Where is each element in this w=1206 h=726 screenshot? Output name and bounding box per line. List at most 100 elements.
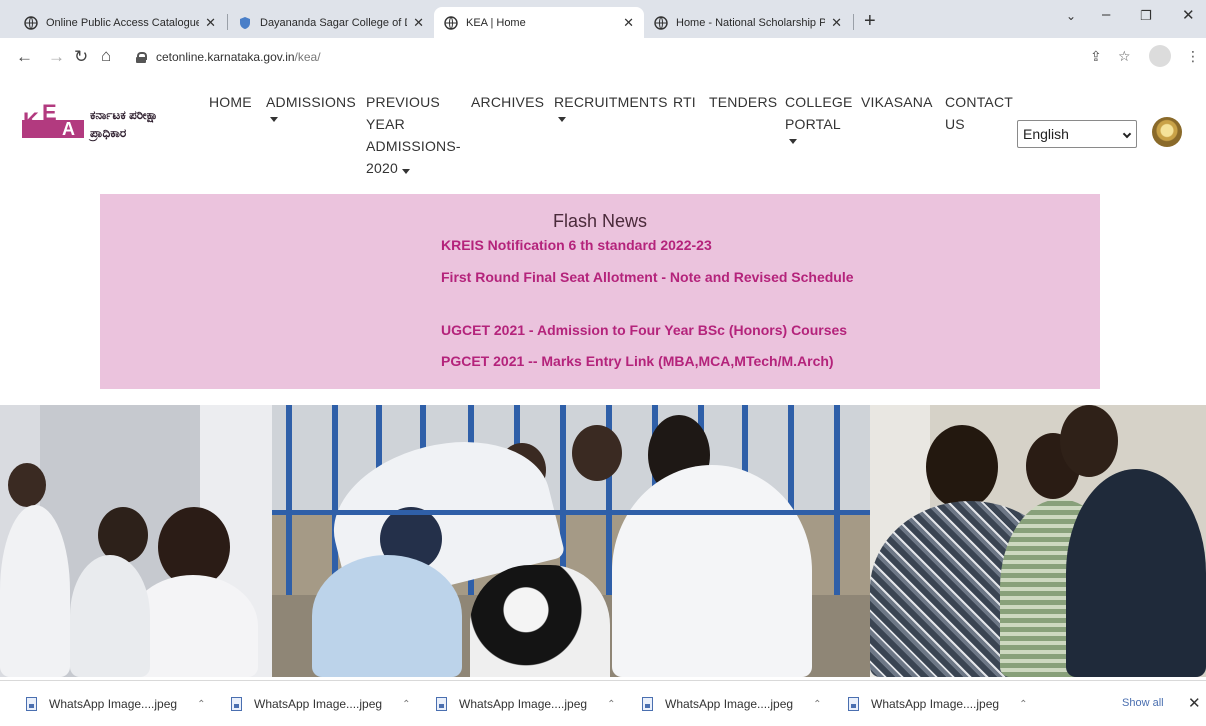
restore-icon[interactable]: ❐ <box>1140 8 1152 24</box>
shield-icon <box>240 16 250 29</box>
address-bar[interactable]: cetonline.karnataka.gov.in/kea/ <box>122 43 1162 71</box>
nav-college-label-2: PORTAL <box>785 116 841 132</box>
site-header: K E A ಕರ್ನಾಟಕ ಪರೀಕ್ಷಾ ಪ್ರಾಧಿಕಾರ HOME ADM… <box>0 78 1206 190</box>
organization-name-line2: ಪ್ರಾಧಿಕಾರ <box>90 126 127 140</box>
nav-previous-label-4: 2020 <box>366 160 398 176</box>
nav-previous-year-admissions[interactable]: PREVIOUS YEAR ADMISSIONS- 2020 <box>366 91 461 179</box>
fence-rail <box>272 510 870 515</box>
close-icon[interactable]: ✕ <box>413 15 424 31</box>
home-icon[interactable]: ⌂ <box>101 46 111 66</box>
svg-text:E: E <box>42 102 57 125</box>
download-filename: WhatsApp Image....jpeg <box>665 697 794 711</box>
caret-down-icon <box>558 117 566 122</box>
image-file-icon <box>436 697 447 711</box>
cow-shape <box>470 565 610 677</box>
chevron-up-icon[interactable]: ⌃ <box>402 699 410 710</box>
download-shelf: WhatsApp Image....jpeg ⌃ WhatsApp Image.… <box>0 680 1206 726</box>
chevron-up-icon[interactable]: ⌃ <box>197 699 205 710</box>
flash-news-link[interactable]: UGCET 2021 - Admission to Four Year BSc … <box>441 322 847 338</box>
close-icon[interactable]: ✕ <box>205 15 216 31</box>
nav-college-portal[interactable]: COLLEGE PORTAL <box>785 91 853 144</box>
nav-rti[interactable]: RTI <box>673 91 696 113</box>
language-selected-value: English <box>1023 126 1069 142</box>
forward-arrow-icon[interactable]: → <box>48 47 65 67</box>
image-file-icon <box>26 697 37 711</box>
nav-previous-label-1: PREVIOUS <box>366 94 440 110</box>
url-path: /kea/ <box>294 50 321 64</box>
close-icon[interactable]: ✕ <box>831 15 842 31</box>
close-icon[interactable]: ✕ <box>1188 694 1201 712</box>
close-icon[interactable]: ✕ <box>623 15 634 31</box>
show-all-downloads-link[interactable]: Show all <box>1122 697 1164 709</box>
nav-rti-label: RTI <box>673 94 696 110</box>
nav-vikasana[interactable]: VIKASANA <box>861 91 933 113</box>
tab-separator <box>853 14 854 30</box>
lock-icon <box>136 51 147 63</box>
kea-logo[interactable]: K E A <box>22 102 84 138</box>
caret-down-icon <box>401 168 410 174</box>
flash-news-panel: Flash News KREIS Notification 6 th stand… <box>100 194 1100 389</box>
nav-admissions[interactable]: ADMISSIONS <box>266 91 356 122</box>
flash-news-link[interactable]: KREIS Notification 6 th standard 2022-23 <box>441 237 712 253</box>
nav-home-label: HOME <box>209 94 252 110</box>
nav-contact-label-2: US <box>945 116 965 132</box>
menu-kebab-icon[interactable]: ⋮ <box>1186 48 1200 65</box>
nav-archives-label: ARCHIVES <box>471 94 545 110</box>
browser-tab-strip: Online Public Access Catalogue ✕ Dayanan… <box>0 0 1206 38</box>
back-arrow-icon[interactable]: ← <box>16 47 33 67</box>
hero-photo-lab <box>0 405 272 677</box>
download-item[interactable]: WhatsApp Image....jpeg ⌃ <box>642 693 821 715</box>
image-file-icon <box>642 697 653 711</box>
nav-home[interactable]: HOME <box>209 91 252 113</box>
nav-recruitments[interactable]: RECRUITMENTS <box>554 91 668 122</box>
window-close-icon[interactable]: ✕ <box>1182 6 1195 24</box>
url-domain: cetonline.karnataka.gov.in <box>156 50 295 64</box>
chevron-up-icon[interactable]: ⌃ <box>607 699 615 710</box>
nav-tenders-label: TENDERS <box>709 94 778 110</box>
svg-text:A: A <box>62 119 75 138</box>
download-item[interactable]: WhatsApp Image....jpeg ⌃ <box>26 693 205 715</box>
caret-down-icon <box>789 139 797 144</box>
image-file-icon <box>231 697 242 711</box>
chevron-up-icon[interactable]: ⌃ <box>1019 699 1027 710</box>
bookmark-star-icon[interactable]: ☆ <box>1118 48 1131 65</box>
tab-dayananda[interactable]: Dayananda Sagar College of De ✕ <box>228 7 434 38</box>
download-item[interactable]: WhatsApp Image....jpeg ⌃ <box>231 693 410 715</box>
chevron-down-icon <box>1122 129 1132 139</box>
tab-title: Dayananda Sagar College of De <box>260 16 408 29</box>
nav-archives[interactable]: ARCHIVES <box>471 91 544 113</box>
share-icon[interactable]: ⇪ <box>1090 48 1102 65</box>
new-tab-button[interactable]: + <box>864 10 876 33</box>
nav-contact-us[interactable]: CONTACT US <box>945 91 1013 135</box>
download-filename: WhatsApp Image....jpeg <box>871 697 1000 711</box>
download-filename: WhatsApp Image....jpeg <box>49 697 178 711</box>
download-item[interactable]: WhatsApp Image....jpeg ⌃ <box>848 693 1027 715</box>
karnataka-emblem-icon <box>1152 117 1182 147</box>
download-filename: WhatsApp Image....jpeg <box>254 697 383 711</box>
nav-previous-label-2: YEAR <box>366 116 405 132</box>
organization-name-line1: ಕರ್ನಾಟಕ ಪರೀಕ್ಷಾ <box>90 108 159 122</box>
flash-news-title: Flash News <box>552 211 648 231</box>
tab-title: Home - National Scholarship Po <box>676 16 826 29</box>
tab-national-scholarship[interactable]: Home - National Scholarship Po ✕ <box>644 7 852 38</box>
profile-avatar[interactable] <box>1149 45 1171 67</box>
flash-news-link[interactable]: First Round Final Seat Allotment - Note … <box>441 269 854 285</box>
language-select[interactable]: English <box>1017 120 1137 148</box>
hero-banner-image <box>0 405 1206 677</box>
tab-search-icon[interactable]: ⌄ <box>1066 9 1076 23</box>
hero-photo-engineering <box>870 405 1206 677</box>
nav-admissions-label: ADMISSIONS <box>266 94 356 110</box>
tab-opac[interactable]: Online Public Access Catalogue ✕ <box>14 7 226 38</box>
reload-icon[interactable]: ↻ <box>74 47 88 67</box>
chevron-up-icon[interactable]: ⌃ <box>813 699 821 710</box>
nav-tenders[interactable]: TENDERS <box>709 91 777 113</box>
browser-toolbar: ← → ↻ ⌂ cetonline.karnataka.gov.in/kea/ … <box>0 38 1206 76</box>
tab-kea-home[interactable]: KEA | Home ✕ <box>434 7 644 38</box>
image-file-icon <box>848 697 859 711</box>
download-filename: WhatsApp Image....jpeg <box>459 697 588 711</box>
download-item[interactable]: WhatsApp Image....jpeg ⌃ <box>436 693 615 715</box>
caret-down-icon <box>270 117 278 122</box>
minimize-icon[interactable]: – <box>1102 6 1110 23</box>
flash-news-link[interactable]: PGCET 2021 -- Marks Entry Link (MBA,MCA,… <box>441 353 834 369</box>
nav-previous-label-3: ADMISSIONS- <box>366 138 461 154</box>
